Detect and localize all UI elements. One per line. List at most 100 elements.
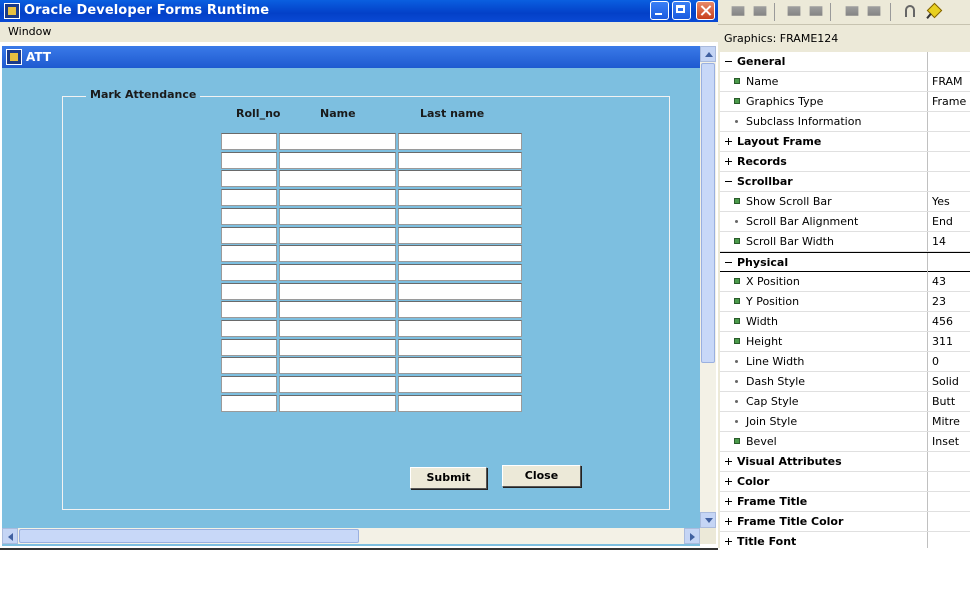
name-field[interactable] (279, 151, 396, 169)
name-field[interactable] (279, 338, 396, 356)
property-row[interactable]: Subclass Information (720, 112, 970, 132)
horizontal-scrollbar[interactable] (2, 528, 700, 544)
roll-no-field[interactable] (221, 394, 277, 412)
name-field[interactable] (279, 226, 396, 244)
expand-icon[interactable] (725, 158, 732, 165)
last-name-field[interactable] (398, 151, 522, 169)
name-field[interactable] (279, 189, 396, 207)
oracle-forms-app-icon[interactable] (4, 3, 20, 19)
roll-no-field[interactable] (221, 151, 277, 169)
name-field[interactable] (279, 207, 396, 225)
title-bar[interactable]: Oracle Developer Forms Runtime (0, 0, 718, 22)
property-row[interactable]: Show Scroll Bar Yes (720, 192, 970, 212)
property-value[interactable]: Butt (932, 395, 955, 408)
property-value[interactable]: 0 (932, 355, 939, 368)
expand-icon[interactable] (725, 498, 732, 505)
minimize-button[interactable] (650, 1, 669, 20)
property-section[interactable]: Records (720, 152, 970, 172)
property-row[interactable]: Y Position 23 (720, 292, 970, 312)
property-value[interactable]: Yes (932, 195, 950, 208)
roll-no-field[interactable] (221, 245, 277, 263)
property-section[interactable]: Title Font (720, 532, 970, 548)
collapse-icon[interactable] (725, 178, 732, 185)
roll-no-field[interactable] (221, 282, 277, 300)
expand-icon[interactable] (725, 458, 732, 465)
property-value[interactable]: Inset (932, 435, 959, 448)
last-name-field[interactable] (398, 394, 522, 412)
roll-no-field[interactable] (221, 189, 277, 207)
property-value[interactable]: Solid (932, 375, 959, 388)
last-name-field[interactable] (398, 376, 522, 394)
inherit-icon[interactable] (845, 6, 859, 16)
property-section[interactable]: Scrollbar (720, 172, 970, 192)
property-section[interactable]: Visual Attributes (720, 452, 970, 472)
submit-button[interactable]: Submit (410, 467, 487, 489)
size-grip[interactable] (700, 528, 716, 544)
property-value[interactable]: Frame (932, 95, 966, 108)
last-name-field[interactable] (398, 189, 522, 207)
property-row[interactable]: Dash Style Solid (720, 372, 970, 392)
last-name-field[interactable] (398, 357, 522, 375)
name-field[interactable] (279, 376, 396, 394)
roll-no-field[interactable] (221, 170, 277, 188)
name-field[interactable] (279, 170, 396, 188)
last-name-field[interactable] (398, 207, 522, 225)
roll-no-field[interactable] (221, 301, 277, 319)
property-value[interactable]: End (932, 215, 953, 228)
property-section[interactable]: General (720, 52, 970, 72)
roll-no-field[interactable] (221, 207, 277, 225)
name-field[interactable] (279, 320, 396, 337)
last-name-field[interactable] (398, 263, 522, 281)
att-title-bar[interactable]: ATT (2, 46, 700, 68)
property-value[interactable]: 43 (932, 275, 946, 288)
intersection-union-icon[interactable] (867, 6, 881, 16)
copy-properties-icon[interactable] (731, 6, 745, 16)
scroll-down-arrow-icon[interactable] (700, 512, 716, 528)
property-section[interactable]: Frame Title (720, 492, 970, 512)
property-row[interactable]: Cap Style Butt (720, 392, 970, 412)
name-field[interactable] (279, 394, 396, 412)
vertical-scroll-thumb[interactable] (701, 63, 715, 363)
property-row[interactable]: Scroll Bar Width 14 (720, 232, 970, 252)
property-row[interactable]: Scroll Bar Alignment End (720, 212, 970, 232)
property-row[interactable]: X Position 43 (720, 272, 970, 292)
property-value[interactable]: Mitre (932, 415, 960, 428)
scroll-left-arrow-icon[interactable] (2, 528, 18, 544)
roll-no-field[interactable] (221, 226, 277, 244)
property-row[interactable]: Join Style Mitre (720, 412, 970, 432)
property-row[interactable]: Name FRAM (720, 72, 970, 92)
horizontal-scroll-thumb[interactable] (19, 529, 359, 543)
property-row[interactable]: Bevel Inset (720, 432, 970, 452)
property-row[interactable]: Line Width 0 (720, 352, 970, 372)
magnet-icon[interactable] (902, 3, 918, 19)
scroll-right-arrow-icon[interactable] (684, 528, 700, 544)
last-name-field[interactable] (398, 245, 522, 263)
expand-icon[interactable] (725, 478, 732, 485)
property-section[interactable]: Color (720, 472, 970, 492)
roll-no-field[interactable] (221, 263, 277, 281)
menu-item-window[interactable]: Window (8, 25, 51, 38)
property-row[interactable]: Graphics Type Frame (720, 92, 970, 112)
last-name-field[interactable] (398, 226, 522, 244)
roll-no-field[interactable] (221, 376, 277, 394)
property-value[interactable]: FRAM (932, 75, 963, 88)
form-window-icon[interactable] (6, 49, 22, 65)
roll-no-field[interactable] (221, 320, 277, 337)
property-section[interactable]: Physical (720, 252, 970, 272)
paste-properties-icon[interactable] (753, 6, 767, 16)
property-value[interactable]: 14 (932, 235, 946, 248)
last-name-field[interactable] (398, 338, 522, 356)
expand-icon[interactable] (725, 538, 732, 545)
last-name-field[interactable] (398, 133, 522, 150)
last-name-field[interactable] (398, 170, 522, 188)
close-window-button[interactable] (696, 1, 715, 20)
name-field[interactable] (279, 133, 396, 150)
name-field[interactable] (279, 282, 396, 300)
expand-icon[interactable] (725, 138, 732, 145)
property-section[interactable]: Layout Frame (720, 132, 970, 152)
collapse-icon[interactable] (725, 259, 732, 266)
roll-no-field[interactable] (221, 338, 277, 356)
maximize-button[interactable] (672, 1, 691, 20)
add-property-icon[interactable] (787, 6, 801, 16)
name-field[interactable] (279, 245, 396, 263)
